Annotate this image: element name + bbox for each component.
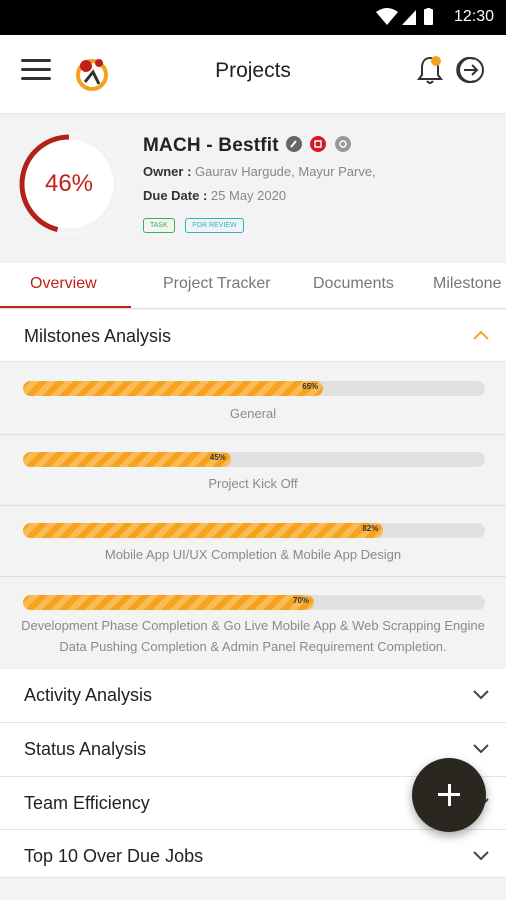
edit-badge-icon[interactable]	[286, 136, 302, 152]
project-name: MACH - Bestfit	[143, 135, 279, 156]
activity-analysis-header[interactable]: Activity Analysis	[0, 669, 506, 723]
add-button[interactable]	[412, 758, 486, 832]
app-bar: Projects	[0, 35, 506, 114]
section-title: Top 10 Over Due Jobs	[24, 846, 204, 866]
tab-overview[interactable]: Overview	[30, 275, 97, 293]
due-date-row: Due Date : 25 May 2020	[143, 188, 286, 203]
project-badges	[286, 136, 355, 152]
status-bar: 12:30	[0, 0, 506, 35]
owner-label: Owner :	[143, 164, 192, 179]
milestone-label: General	[229, 406, 277, 421]
milestone-label: Development Phase Completion & Go Live M…	[21, 618, 485, 654]
signal-icon	[402, 10, 416, 25]
chevron-up-icon[interactable]	[472, 328, 490, 342]
list-item: 70% Development Phase Completion & Go Li…	[0, 577, 506, 670]
due-date-label: Due Date :	[143, 188, 208, 203]
milestones-list: 65% General 45% Project Kick Off 82% Mob…	[0, 362, 506, 670]
tag-task: TASK	[143, 218, 175, 233]
progress-bar: 70%	[23, 595, 485, 610]
tag-for-review: FOR REVIEW	[185, 218, 244, 233]
progress-fill: 82%	[23, 523, 384, 538]
tab-bar: Overview Project Tracker Documents Miles…	[0, 263, 506, 309]
progress-fill: 70%	[23, 595, 315, 610]
list-item: 82% Mobile App UI/UX Completion & Mobile…	[0, 506, 506, 577]
battery-icon	[424, 8, 433, 25]
active-tab-indicator	[0, 306, 131, 308]
progress-value: 65%	[302, 382, 319, 391]
due-date-value: 25 May 2020	[210, 188, 287, 203]
progress-bar: 45%	[23, 452, 485, 467]
section-title: Milstones Analysis	[24, 326, 172, 346]
project-summary[interactable]: 46% MACH - Bestfit Owner : Gaurav Hargud…	[0, 115, 506, 263]
top-overdue-jobs-header[interactable]: Top 10 Over Due Jobs	[0, 830, 506, 878]
section-title: Status Analysis	[24, 739, 147, 759]
status-icons	[376, 8, 436, 26]
owner-row: Owner : Gaurav Hargude, Mayur Parve,	[143, 164, 376, 179]
wifi-icon	[376, 8, 398, 25]
milestone-label: Project Kick Off	[208, 476, 298, 491]
tab-project-tracker[interactable]: Project Tracker	[163, 275, 271, 293]
tab-milestone[interactable]: Milestone	[433, 275, 501, 293]
clock: 12:30	[453, 8, 494, 25]
status-badge-icon[interactable]	[334, 136, 351, 152]
progress-value: 45%	[209, 453, 226, 462]
project-tags: TASK FOR REVIEW	[143, 214, 250, 233]
progress-percent: 46%	[44, 170, 94, 197]
list-item: 45% Project Kick Off	[0, 435, 506, 506]
progress-value: 70%	[293, 596, 310, 605]
list-item: 65% General	[0, 362, 506, 435]
owner-value: Gaurav Hargude, Mayur Parve,	[195, 164, 376, 179]
milestones-analysis-header[interactable]: Milstones Analysis	[0, 310, 506, 362]
progress-value: 82%	[362, 524, 379, 533]
progress-fill: 45%	[23, 452, 231, 467]
logout-icon[interactable]	[456, 55, 486, 85]
progress-ring: 46%	[14, 129, 124, 239]
milestone-label: Mobile App UI/UX Completion & Mobile App…	[104, 547, 402, 562]
progress-fill: 65%	[23, 381, 324, 396]
progress-bar: 82%	[23, 523, 485, 538]
stop-badge-icon[interactable]	[310, 136, 327, 152]
tab-documents[interactable]: Documents	[313, 275, 394, 293]
section-title: Team Efficiency	[24, 793, 150, 813]
bell-icon[interactable]	[416, 55, 444, 85]
progress-bar: 65%	[23, 381, 485, 396]
section-title: Activity Analysis	[24, 685, 153, 705]
chevron-down-icon[interactable]	[472, 848, 490, 862]
chevron-down-icon[interactable]	[472, 741, 490, 755]
chevron-down-icon[interactable]	[472, 687, 490, 701]
